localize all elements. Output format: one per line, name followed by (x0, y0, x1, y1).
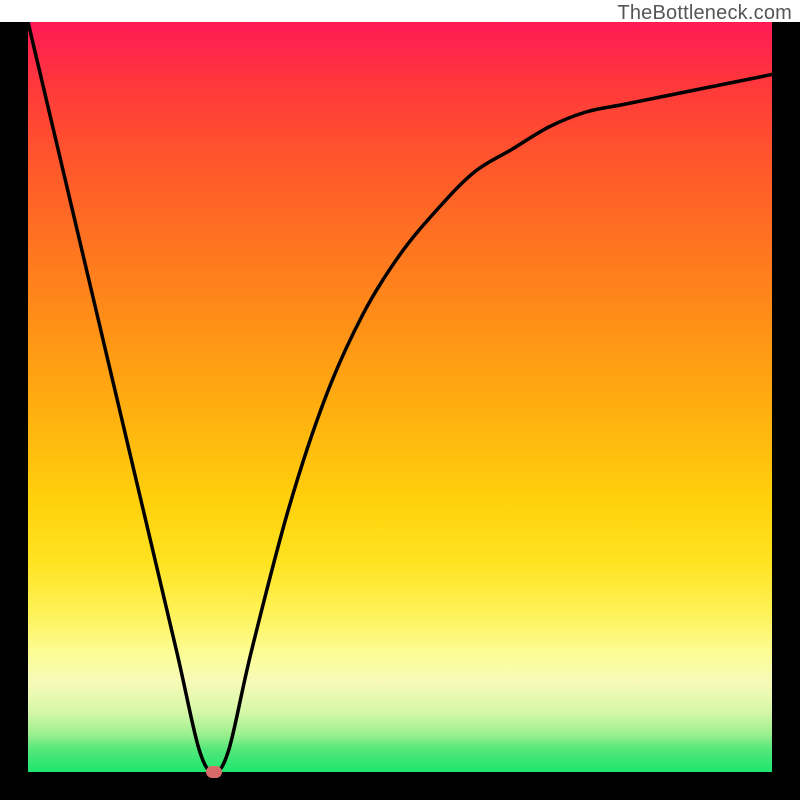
bottleneck-curve (28, 22, 772, 772)
plot-frame (0, 22, 800, 800)
watermark-text: TheBottleneck.com (617, 2, 792, 25)
minimum-marker (206, 766, 222, 778)
plot-area (28, 22, 772, 772)
chart-container: TheBottleneck.com (0, 0, 800, 800)
